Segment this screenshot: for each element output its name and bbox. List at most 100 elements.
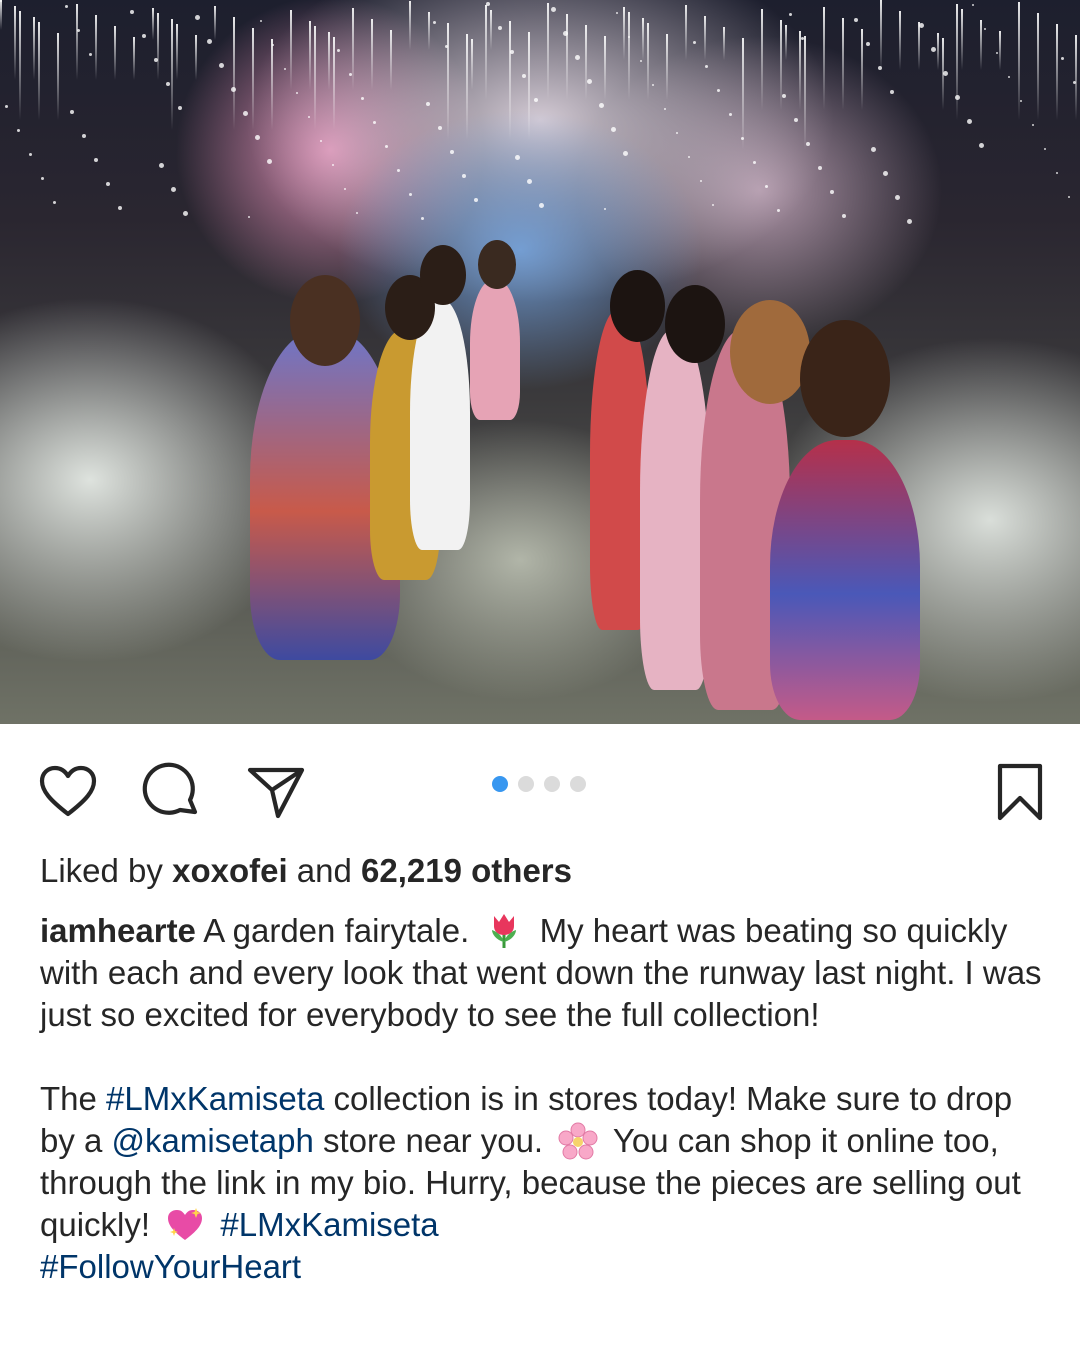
sparkle-light	[53, 201, 56, 204]
crystal-strand	[252, 28, 254, 130]
sparkle-light	[195, 15, 200, 20]
sparkle-light	[794, 118, 798, 122]
hashtag-link[interactable]: #FollowYourHeart	[40, 1248, 301, 1285]
sparkle-light	[1032, 124, 1034, 126]
crystal-strand	[33, 17, 35, 80]
liked-by-username[interactable]: xoxofei	[172, 852, 288, 889]
model-head	[420, 245, 466, 305]
sparkle-light	[510, 50, 514, 54]
sparkle-light	[782, 94, 786, 98]
sparkle-light	[320, 140, 322, 142]
sparkle-light	[854, 18, 858, 22]
paper-plane-icon[interactable]	[244, 760, 308, 824]
crystal-strand	[95, 15, 97, 80]
caption-username[interactable]: iamhearte	[40, 912, 196, 949]
sparkle-light	[166, 82, 170, 86]
crystal-strand	[961, 9, 963, 70]
heart-outline-icon[interactable]	[36, 760, 100, 824]
sparkle-light	[118, 206, 122, 210]
sparkle-light	[753, 161, 756, 164]
crystal-strand	[666, 34, 668, 100]
sparkle-light	[534, 98, 538, 102]
model-head	[478, 240, 516, 290]
sparkle-light	[409, 193, 412, 196]
crystal-strand	[76, 4, 78, 80]
sparkle-light	[871, 147, 876, 152]
sparkle-light	[842, 214, 846, 218]
sparkle-light	[94, 158, 98, 162]
crystal-strand	[371, 19, 373, 90]
crystal-strand	[271, 39, 273, 130]
bookmark-outline-icon[interactable]	[988, 760, 1052, 824]
caption-text: The	[40, 1080, 107, 1117]
sparkle-light	[628, 36, 630, 38]
crystal-strand	[466, 34, 468, 140]
sparkle-light	[178, 106, 182, 110]
crystal-strand	[328, 32, 330, 90]
sparkle-light	[741, 137, 744, 140]
sparkle-light	[515, 155, 520, 160]
crystal-strand	[290, 10, 292, 90]
sparkle-light	[361, 97, 364, 100]
crystal-strand	[628, 12, 630, 100]
sparkle-light	[1008, 76, 1010, 78]
sparkle-light	[421, 217, 424, 220]
sparkle-light	[397, 169, 400, 172]
sparkle-light	[955, 95, 960, 100]
likes-count[interactable]: 62,219 others	[361, 852, 572, 889]
sparkle-light	[349, 73, 352, 76]
model-head	[610, 270, 665, 342]
crystal-strand	[1056, 24, 1058, 120]
crystal-strand	[704, 16, 706, 60]
sparkle-light	[717, 89, 720, 92]
sparkle-light	[450, 150, 454, 154]
crystal-strand	[685, 5, 687, 60]
sparkle-light	[385, 145, 388, 148]
crystal-strand	[485, 5, 487, 100]
sparkle-light	[712, 204, 714, 206]
caption-text	[211, 1206, 220, 1243]
crystal-strand	[333, 37, 335, 130]
crystal-strand	[352, 8, 354, 90]
carousel-dot[interactable]	[492, 776, 508, 792]
carousel-dot[interactable]	[518, 776, 534, 792]
cherry-blossom-icon	[558, 1122, 598, 1160]
sparkle-light	[806, 142, 810, 146]
sparkle-light	[688, 156, 690, 158]
likes-prefix: Liked by	[40, 852, 173, 889]
model-head	[290, 275, 360, 366]
crystal-strand	[233, 17, 235, 130]
crystal-strand	[38, 22, 40, 120]
sparkle-light	[878, 66, 882, 70]
runway-model	[470, 280, 520, 420]
crystal-strand	[566, 14, 568, 100]
sparkle-light	[267, 159, 272, 164]
sparkle-light	[284, 68, 286, 70]
crystal-strand	[509, 21, 511, 140]
sparkle-light	[159, 163, 164, 168]
hashtag-link[interactable]: #LMxKamiseta	[106, 1080, 324, 1117]
sparkle-light	[433, 21, 436, 24]
crystal-strand	[14, 6, 16, 80]
crystal-strand	[133, 37, 135, 80]
sparkle-light	[272, 44, 274, 46]
post-photo[interactable]	[0, 0, 1080, 724]
crystal-strand	[585, 25, 587, 100]
caption-paragraph: The #LMxKamiseta collection is in stores…	[40, 1078, 1050, 1288]
sparkle-light	[664, 108, 666, 110]
sparkle-light	[587, 79, 592, 84]
mention-link[interactable]: @kamisetaph	[112, 1122, 314, 1159]
crystal-strand	[1018, 2, 1020, 120]
carousel-dot[interactable]	[570, 776, 586, 792]
sparkle-light	[231, 87, 236, 92]
caption-text: store near you.	[313, 1122, 553, 1159]
sparkle-light	[106, 182, 110, 186]
sparkle-light	[563, 31, 568, 36]
crystal-strand	[999, 31, 1001, 70]
sparkle-light	[801, 37, 804, 40]
crystal-strand	[214, 6, 216, 40]
sparkle-light	[830, 190, 834, 194]
carousel-dot[interactable]	[544, 776, 560, 792]
hashtag-link[interactable]: #LMxKamiseta	[220, 1206, 438, 1243]
comment-bubble-icon[interactable]	[140, 760, 204, 824]
